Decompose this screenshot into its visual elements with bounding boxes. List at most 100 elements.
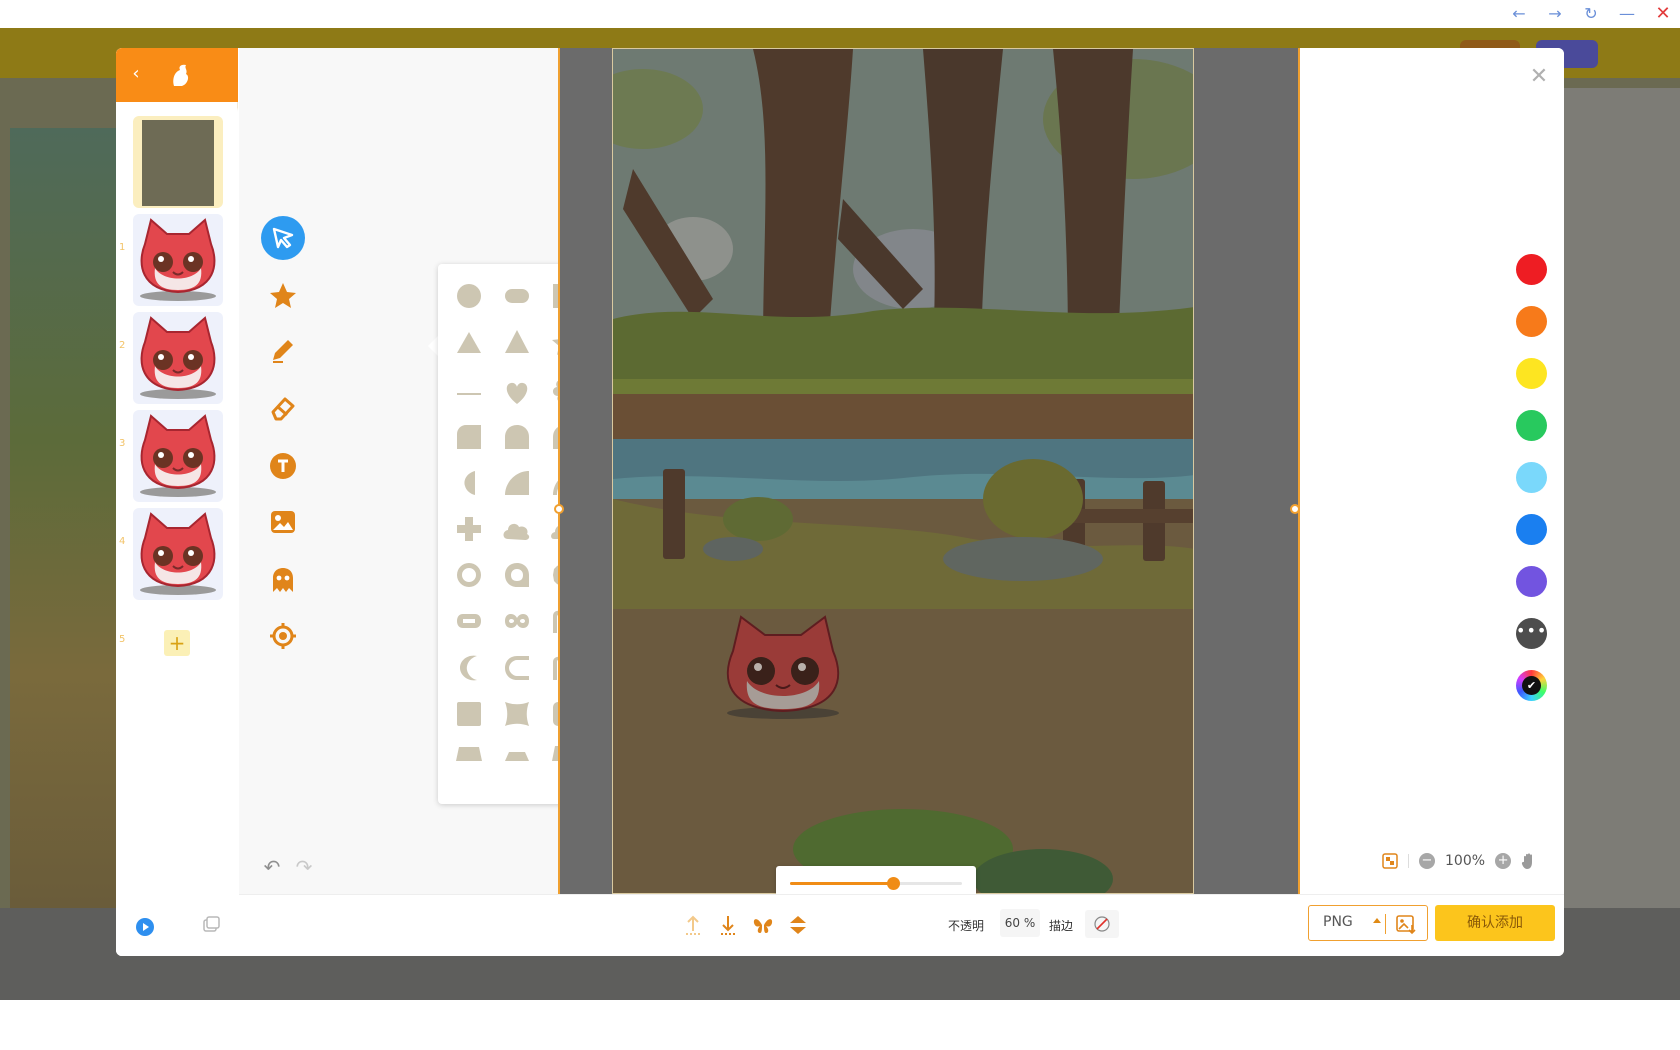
arrow-down-icon [721,916,735,935]
transparency-grid-icon[interactable] [1382,853,1398,869]
back-icon[interactable]: ← [1508,4,1530,24]
redo-icon[interactable]: ↷ [293,856,315,878]
zoom-bar: − 100% + [1382,848,1537,874]
cat-logo-icon [173,64,189,86]
half-circle-shape [464,471,475,495]
zoom-separator [1408,854,1409,868]
opacity-slider-knob[interactable] [887,877,901,890]
forward-icon[interactable]: → [1544,4,1566,24]
send-backward-button[interactable] [716,913,740,937]
frame-background-thumb [142,120,214,206]
flip-vertical-icon [790,916,806,934]
window-close-icon[interactable]: ✕ [1652,4,1674,24]
export-format-select[interactable]: PNG [1308,905,1428,941]
trapezoid-wide-shape [505,752,529,761]
add-frame-button[interactable]: + [164,630,190,656]
pencil-tool[interactable] [261,328,305,372]
triangle-right-shape [505,330,529,353]
select-icon [272,227,294,249]
star-icon [270,283,296,308]
frame-thumbnail[interactable] [133,312,223,404]
color-swatch-light-blue[interactable] [1516,462,1547,493]
frame-thumbnail[interactable] [133,116,223,208]
image-tool[interactable] [261,500,305,544]
ring-shape [457,563,481,587]
frame-thumbnail[interactable] [133,410,223,502]
trapezoid-shape [456,747,482,761]
resize-handle-left[interactable] [554,504,564,514]
frames-list: 1 2 3 4 5 [116,102,238,956]
rounded-rect-shape [457,702,481,726]
cloud-shape [503,523,530,540]
stroke-toggle[interactable] [1085,910,1119,938]
opacity-slider-fill [790,882,894,885]
frame-thumbnail[interactable] [133,214,223,306]
rounded-top-shape [505,425,529,449]
sprite-tool[interactable] [261,558,305,602]
forest-scene-image [613,49,1193,893]
eraser-tool[interactable] [261,386,305,430]
text-tool[interactable] [261,444,305,488]
reload-icon[interactable]: ↻ [1580,4,1602,24]
target-tool[interactable] [261,614,305,658]
frame-number: 5 [119,634,126,645]
frames-header: ‹ [116,48,238,102]
cat-character-icon [140,316,216,399]
butterfly-flip-icon [753,919,773,933]
frame-number: 1 [119,242,126,253]
flip-vertical-button[interactable] [786,913,810,937]
shape-tool[interactable] [261,274,305,318]
zoom-level: 100% [1445,853,1486,869]
color-swatch-orange[interactable] [1516,306,1547,337]
color-swatch-red[interactable] [1516,254,1547,285]
export-image-icon[interactable] [1395,913,1417,935]
cat-character-icon [140,414,216,497]
no-stroke-icon [1094,916,1110,932]
speech-ring-shape [505,563,529,587]
flip-horizontal-button[interactable] [751,913,775,937]
crescent-shape [460,655,477,681]
bring-forward-button[interactable] [681,913,705,937]
cat-character-icon [140,218,216,301]
quarter-shape [505,471,529,495]
cross-shape [457,517,481,541]
rounded-square-shape [457,425,481,449]
color-swatch-green[interactable] [1516,410,1547,441]
background-footer [0,1000,1680,1050]
capsule-ring-shape [457,614,481,628]
color-swatch-yellow[interactable] [1516,358,1547,389]
close-icon[interactable]: ✕ [1528,66,1550,88]
frame-thumbnail[interactable] [133,508,223,600]
concave-square-shape [505,702,529,726]
circle-shape [457,284,481,308]
color-swatch-purple[interactable] [1516,566,1547,597]
image-icon [271,511,295,533]
frame-number: 4 [119,536,126,547]
minimize-icon[interactable]: — [1616,4,1638,24]
frame-number: 2 [119,340,126,351]
ghost-icon [273,568,293,592]
infinity-shape [505,614,529,628]
format-divider [1385,914,1386,934]
opacity-label: 不透明 [948,919,985,933]
bracket-shape [505,656,529,680]
canvas-area[interactable] [554,48,1300,894]
opacity-value[interactable]: 60 % [1000,909,1040,937]
scene-canvas[interactable] [612,48,1194,894]
opacity-slider-track[interactable] [790,877,962,890]
frames-manage-icon[interactable] [202,916,220,934]
confirm-add-button[interactable]: 确认添加 [1435,905,1555,941]
color-wheel-icon[interactable] [1516,670,1547,701]
select-tool[interactable] [261,216,305,260]
more-colors-button[interactable]: ••• [1516,618,1547,649]
hand-pan-icon[interactable] [1521,852,1537,870]
zoom-out-button[interactable]: − [1419,853,1435,869]
color-swatch-blue[interactable] [1516,514,1547,545]
zoom-in-button[interactable]: + [1495,853,1512,869]
undo-icon[interactable]: ↶ [261,856,283,878]
export-format-value: PNG [1323,914,1353,930]
back-arrow-icon[interactable]: ‹ [126,64,146,84]
play-icon[interactable] [136,918,154,936]
stroke-label: 描边 [1049,919,1074,933]
resize-handle-right[interactable] [1290,504,1300,514]
